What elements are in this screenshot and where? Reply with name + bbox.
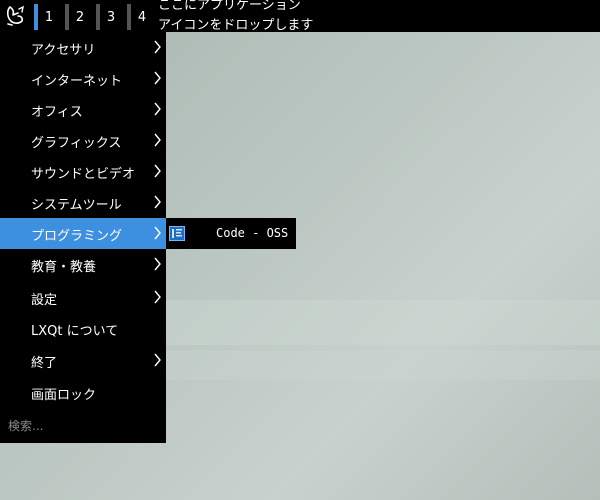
menu-search — [0, 410, 166, 443]
menu-item-1[interactable]: アクセサリ — [0, 32, 166, 63]
chevron-right-icon — [154, 353, 161, 367]
chevron-right-icon — [154, 290, 161, 304]
main-menu-button[interactable] — [0, 0, 30, 32]
menu-item-11[interactable]: 終了 — [0, 345, 166, 376]
menu-item-3[interactable]: オフィス — [0, 94, 166, 125]
chevron-right-icon — [154, 226, 161, 240]
menu-item-label: LXQt について — [31, 324, 119, 339]
application-menu: アクセサリインターネット オフィスグラフィックス サウンドとビデオ システムツール プロ… — [0, 32, 166, 443]
menu-item-label: オフィス — [31, 105, 83, 120]
workspace-button-2[interactable]: 2 — [65, 4, 95, 30]
menu-item-10[interactable]: LXQt について — [0, 313, 166, 344]
menu-item-8[interactable]: 教育・教養 — [0, 249, 166, 280]
menu-item-label: グラフィックス — [31, 136, 122, 151]
submenu-item-label: Code - OSS — [216, 226, 289, 240]
chevron-right-icon — [154, 164, 161, 178]
menu-item-9[interactable]: 設定 — [0, 282, 166, 313]
chevron-right-icon — [154, 133, 161, 147]
desktop-background-band — [165, 350, 600, 380]
menu-item-12[interactable]: 画面ロック — [0, 377, 166, 408]
quicklaunch-drop-area[interactable]: ここにアプリケーション アイコンをドロップします — [158, 0, 313, 36]
chevron-right-icon — [154, 257, 161, 271]
menu-item-2[interactable]: インターネット — [0, 63, 166, 94]
chevron-right-icon — [154, 102, 161, 116]
menu-item-label: プログラミング — [31, 229, 123, 244]
menu-item-7[interactable]: プログラミング — [0, 218, 166, 249]
menu-item-label: 終了 — [31, 356, 58, 371]
workspace-button-3[interactable]: 3 — [96, 4, 126, 30]
taskbar-panel: 1 2 3 4 ここにアプリケーション アイコンをドロップします — [0, 0, 600, 33]
menu-item-label: インターネット — [31, 74, 123, 89]
vscode-icon — [169, 226, 185, 241]
submenu-item-code-oss[interactable]: Code - OSS — [166, 218, 296, 249]
chevron-right-icon — [154, 195, 161, 209]
menu-item-label: 設定 — [31, 293, 58, 308]
workspace-button-4[interactable]: 4 — [127, 4, 157, 30]
chevron-right-icon — [154, 71, 161, 85]
desktop-background — [165, 300, 600, 345]
menu-item-4[interactable]: グラフィックス — [0, 125, 166, 156]
menu-item-6[interactable]: システムツール — [0, 187, 166, 218]
menu-item-label: アクセサリ — [31, 43, 96, 58]
drop-hint-line2: アイコンをドロップします — [158, 18, 314, 33]
menu-item-label: 教育・教養 — [31, 260, 97, 275]
menu-item-label: システムツール — [31, 198, 122, 213]
menu-item-label: 画面ロック — [31, 388, 97, 403]
search-input[interactable] — [4, 413, 162, 439]
lxqt-logo-icon — [6, 5, 24, 26]
workspace-button-1[interactable]: 1 — [34, 4, 64, 30]
drop-hint-line1: ここにアプリケーション — [158, 0, 301, 13]
menu-item-5[interactable]: サウンドとビデオ — [0, 156, 166, 187]
programming-submenu: Code - OSS — [166, 218, 296, 249]
menu-item-label: サウンドとビデオ — [31, 167, 136, 182]
chevron-right-icon — [154, 40, 161, 54]
